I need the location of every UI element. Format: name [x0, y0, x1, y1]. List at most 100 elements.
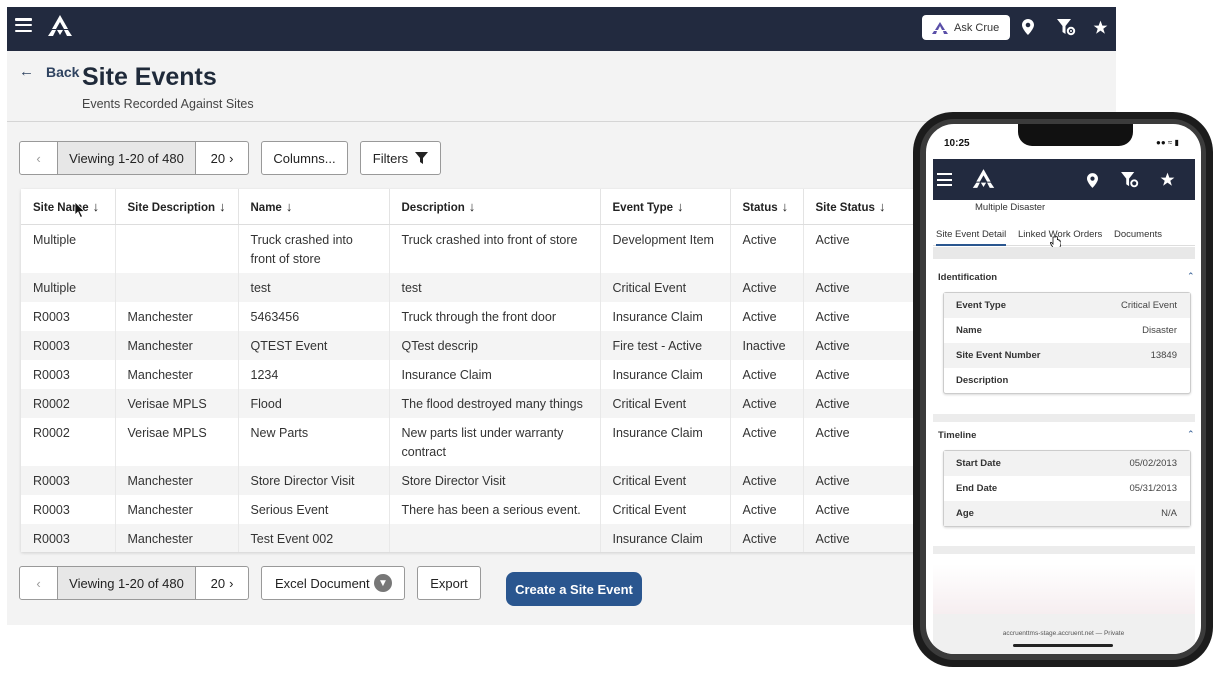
table-cell: There has been a serious event.: [389, 494, 601, 524]
export-label: Export: [430, 575, 468, 591]
timeline-heading[interactable]: Timeline: [938, 430, 976, 441]
field-value: N/A: [1161, 508, 1177, 519]
field-value: 05/02/2013: [1129, 458, 1177, 469]
table-cell: Inactive: [730, 330, 804, 360]
page-size-next-button-bottom[interactable]: 20 ›: [196, 567, 248, 599]
sort-arrow-down-icon[interactable]: ↓: [219, 199, 226, 214]
table-cell: Active: [730, 359, 804, 389]
table-cell: Manchester: [115, 494, 239, 524]
column-header[interactable]: Description ↓: [389, 189, 601, 225]
table-cell: Active: [803, 359, 916, 389]
table-row[interactable]: R0002 Verisae MPLS New Parts New parts list…: [21, 417, 916, 466]
table-row[interactable]: R0003 Manchester Serious Event There has be…: [21, 494, 916, 524]
sort-arrow-down-icon[interactable]: ↓: [93, 199, 100, 214]
sort-arrow-down-icon[interactable]: ↓: [677, 199, 684, 214]
page-size-next-button[interactable]: 20 ›: [196, 142, 248, 174]
table-cell: R0002: [21, 388, 116, 418]
table-cell: 1234: [238, 359, 390, 389]
field-value: Critical Event: [1121, 300, 1177, 311]
chevron-down-icon: ▼: [374, 574, 392, 592]
location-pin-icon[interactable]: [1022, 19, 1034, 35]
star-icon[interactable]: [1160, 172, 1175, 187]
table-cell: Serious Event: [238, 494, 390, 524]
table-cell: Manchester: [115, 301, 239, 331]
field-label: Name: [956, 325, 982, 336]
menu-icon[interactable]: [937, 173, 952, 186]
table-row[interactable]: R0003 Manchester Store Director Visit Store…: [21, 465, 916, 495]
table-cell: Critical Event: [600, 494, 731, 524]
table-cell: [115, 224, 239, 273]
accruent-logo[interactable]: [971, 169, 996, 189]
column-header[interactable]: Site Status ↓: [803, 189, 916, 225]
column-header[interactable]: Site Name ↓: [21, 189, 116, 225]
table-cell: Verisae MPLS: [115, 388, 239, 418]
pager-bottom: ‹ Viewing 1-20 of 480 20 ›: [19, 566, 249, 600]
chevron-right-icon: ›: [229, 575, 234, 591]
sort-arrow-down-icon[interactable]: ↓: [286, 199, 293, 214]
create-label: Create a Site Event: [515, 581, 633, 597]
column-header[interactable]: Event Type ↓: [600, 189, 731, 225]
filter-gear-icon[interactable]: [1057, 19, 1076, 36]
filters-button[interactable]: Filters: [360, 141, 441, 175]
table-cell: New Parts: [238, 417, 390, 466]
phone-notch: [1018, 124, 1133, 146]
table-cell: Manchester: [115, 523, 239, 552]
column-header-label: Description: [401, 201, 465, 214]
prev-page-button-bottom[interactable]: ‹: [20, 567, 58, 599]
star-icon[interactable]: [1093, 20, 1108, 35]
table-row[interactable]: R0003 Manchester 1234 Insurance Claim Insura…: [21, 359, 916, 389]
location-pin-icon[interactable]: [1087, 173, 1098, 188]
field-label: Site Event Number: [956, 350, 1041, 361]
browser-url[interactable]: accruenttms-stage.accruent.net — Private: [926, 630, 1201, 637]
status-time: 10:25: [944, 138, 970, 149]
sort-arrow-down-icon[interactable]: ↓: [782, 199, 789, 214]
field-row: Start Date 05/02/2013: [944, 451, 1190, 476]
back-link[interactable]: ← Back: [19, 63, 79, 80]
tab-site-event-detail[interactable]: Site Event Detail: [936, 229, 1007, 246]
ask-crue-button[interactable]: Ask Crue: [922, 15, 1010, 40]
accruent-logo[interactable]: [46, 15, 74, 42]
timeline-card: Start Date 05/02/2013 End Date 05/31/2013 …: [943, 450, 1191, 527]
table-cell: Active: [803, 494, 916, 524]
table-cell: QTest descrip: [389, 330, 601, 360]
column-header[interactable]: Status ↓: [730, 189, 804, 225]
chevron-up-icon[interactable]: ⌃: [1187, 271, 1195, 282]
table-cell: Store Director Visit: [389, 465, 601, 495]
table-cell: 5463456: [238, 301, 390, 331]
field-row: Event Type Critical Event: [944, 293, 1190, 318]
table-row[interactable]: Multiple test test Critical Event Active Acti…: [21, 272, 916, 302]
export-format-select[interactable]: Excel Document ▼: [261, 566, 405, 600]
prev-page-button[interactable]: ‹: [20, 142, 58, 174]
columns-button[interactable]: Columns...: [261, 141, 348, 175]
create-site-event-button[interactable]: Create a Site Event: [506, 572, 642, 606]
sort-arrow-down-icon[interactable]: ↓: [469, 199, 476, 214]
field-value: 05/31/2013: [1129, 483, 1177, 494]
table-row[interactable]: R0003 Manchester QTEST Event QTest descrip F…: [21, 330, 916, 360]
page-subtitle: Events Recorded Against Sites: [82, 97, 254, 111]
column-header[interactable]: Name ↓: [238, 189, 390, 225]
sort-arrow-down-icon[interactable]: ↓: [879, 199, 886, 214]
table-cell: Multiple: [21, 224, 116, 273]
top-nav-bar: Ask Crue: [7, 7, 1116, 51]
column-header[interactable]: Site Description ↓: [115, 189, 239, 225]
table-row[interactable]: R0003 Manchester Test Event 002 Insurance C…: [21, 523, 916, 552]
table-cell: Active: [730, 301, 804, 331]
tab-documents[interactable]: Documents: [1114, 229, 1162, 240]
home-indicator[interactable]: [1013, 644, 1113, 647]
menu-icon[interactable]: [15, 18, 32, 32]
chevron-up-icon[interactable]: ⌃: [1187, 429, 1195, 440]
identification-heading[interactable]: Identification: [938, 272, 997, 283]
table-cell: Truck crashed into front of store: [238, 224, 390, 273]
ask-crue-label: Ask Crue: [954, 21, 1000, 34]
field-row: Site Event Number 13849: [944, 343, 1190, 368]
table-row[interactable]: R0002 Verisae MPLS Flood The flood destroye…: [21, 388, 916, 418]
table-cell: Active: [730, 272, 804, 302]
table-cell: Active: [730, 523, 804, 552]
field-label: Start Date: [956, 458, 1001, 469]
export-button[interactable]: Export: [417, 566, 481, 600]
table-row[interactable]: Multiple Truck crashed into front of stor…: [21, 224, 916, 273]
table-cell: Truck through the front door: [389, 301, 601, 331]
table-row[interactable]: R0003 Manchester 5463456 Truck through the …: [21, 301, 916, 331]
filter-gear-icon[interactable]: [1121, 172, 1139, 188]
field-label: Age: [956, 508, 974, 519]
